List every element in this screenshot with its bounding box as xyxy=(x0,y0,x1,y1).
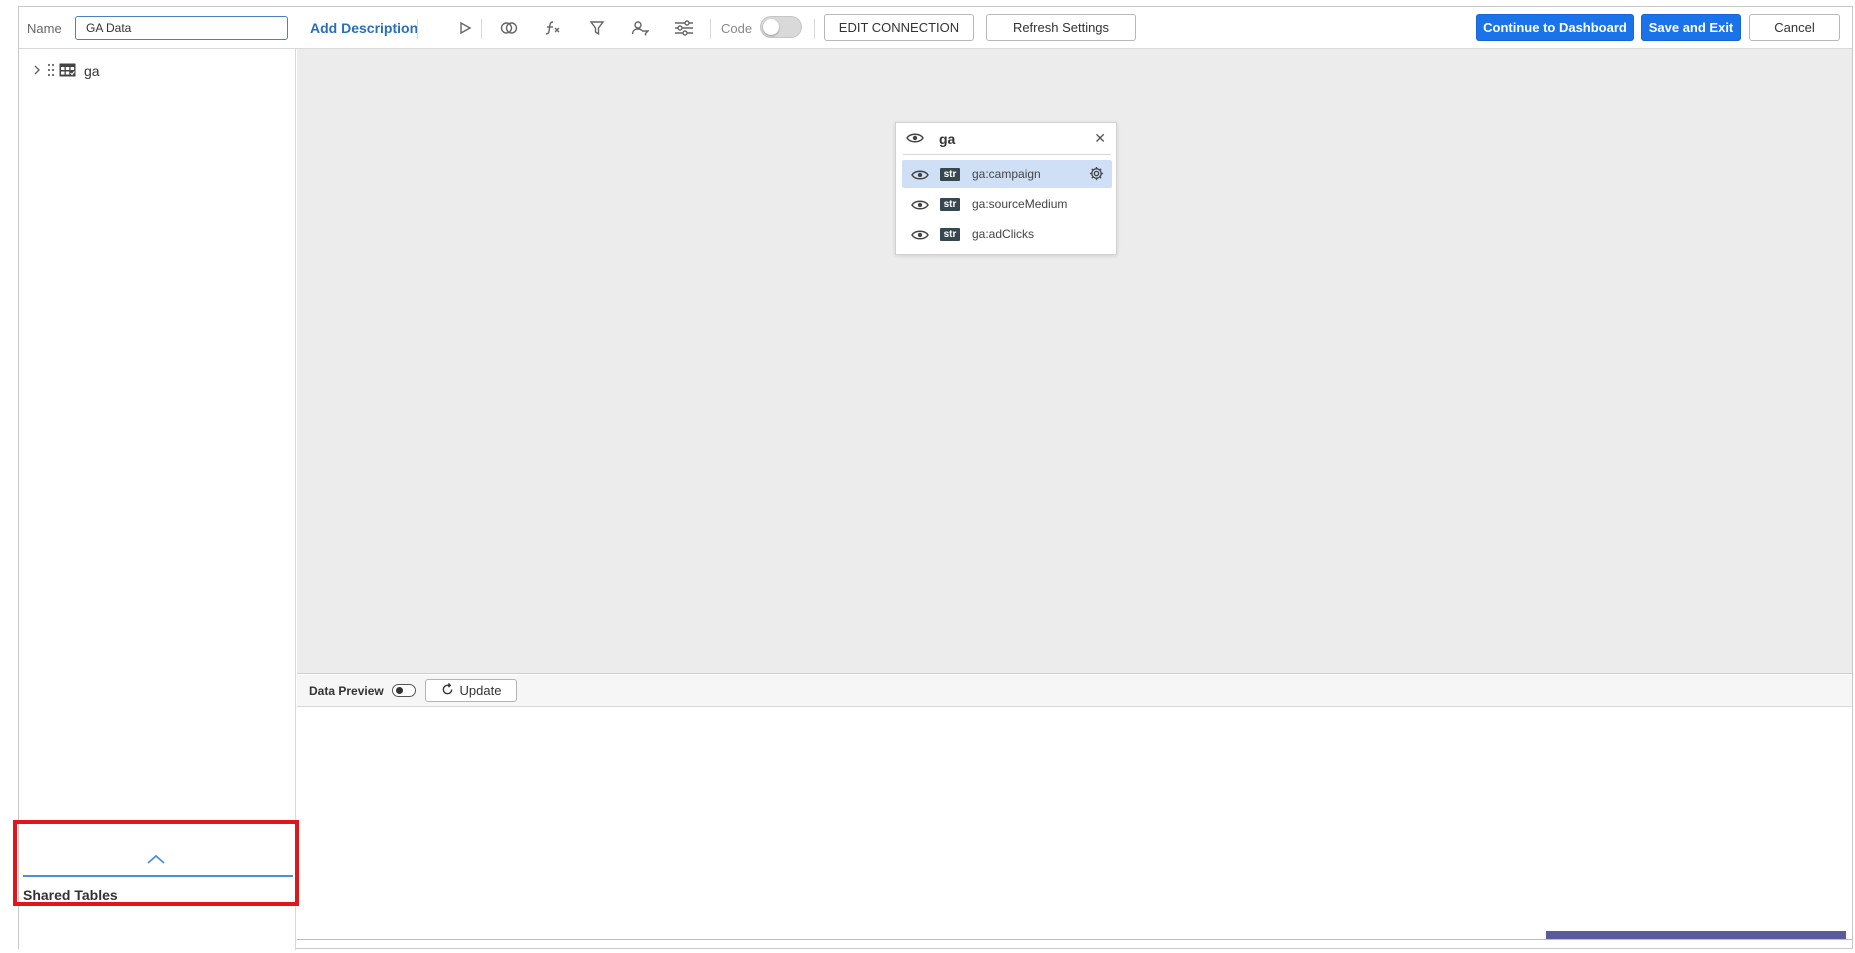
name-input[interactable] xyxy=(75,16,288,40)
user-filter-icon[interactable] xyxy=(628,17,652,39)
chevron-right-icon[interactable] xyxy=(31,63,43,79)
continue-to-dashboard-button[interactable]: Continue to Dashboard xyxy=(1476,14,1634,41)
field-type-badge: str xyxy=(940,168,960,181)
eye-icon[interactable] xyxy=(906,131,924,149)
formula-icon[interactable] xyxy=(541,17,565,39)
table-node-divider xyxy=(903,154,1111,155)
refresh-icon xyxy=(441,682,454,699)
table-icon xyxy=(59,63,76,80)
code-label: Code xyxy=(721,21,753,36)
toolbar-separator xyxy=(814,19,815,39)
toolbar-separator xyxy=(710,19,711,39)
drag-handle-icon[interactable] xyxy=(47,63,55,80)
horizontal-scrollbar[interactable] xyxy=(1546,931,1846,939)
table-node-ga[interactable]: ga ✕ str ga:campaign str ga:sourceMedium… xyxy=(895,122,1117,255)
edit-connection-button[interactable]: EDIT CONNECTION xyxy=(824,14,974,41)
table-sidebar: ga Shared Tables xyxy=(19,49,296,950)
table-node-header: ga ✕ xyxy=(896,123,1116,153)
shared-tables-divider xyxy=(23,875,293,877)
data-preview-bar: Data Preview Update xyxy=(297,675,1852,707)
chevron-up-icon[interactable] xyxy=(144,849,168,869)
filter-icon[interactable] xyxy=(585,17,609,39)
toggle-knob xyxy=(396,687,403,694)
field-type-badge: str xyxy=(940,228,960,241)
add-description-link[interactable]: Add Description xyxy=(310,20,418,36)
field-name: ga:adClicks xyxy=(972,227,1035,241)
name-label: Name xyxy=(27,21,62,36)
field-row-campaign[interactable]: str ga:campaign xyxy=(902,160,1112,188)
tree-item-label: ga xyxy=(84,63,100,79)
toolbar-separator xyxy=(417,19,418,39)
gear-icon[interactable] xyxy=(1089,166,1104,186)
shared-tables-label[interactable]: Shared Tables xyxy=(23,887,118,903)
field-name: ga:sourceMedium xyxy=(972,197,1068,211)
refresh-settings-button[interactable]: Refresh Settings xyxy=(986,14,1136,41)
update-button[interactable]: Update xyxy=(425,679,517,702)
cancel-button[interactable]: Cancel xyxy=(1749,14,1840,41)
eye-icon[interactable] xyxy=(911,168,929,186)
update-label: Update xyxy=(459,683,502,698)
toolbar: Name Add Description Code EDIT CONNECTIO xyxy=(19,7,1852,49)
shared-tables-panel: Shared Tables xyxy=(19,835,296,903)
close-icon[interactable]: ✕ xyxy=(1094,130,1106,147)
eye-icon[interactable] xyxy=(911,198,929,216)
data-preview-area xyxy=(297,707,1852,939)
tree-item-ga[interactable]: ga xyxy=(31,61,100,81)
field-row-sourcemedium[interactable]: str ga:sourceMedium xyxy=(902,190,1112,218)
play-icon[interactable] xyxy=(453,17,477,39)
toggle-knob xyxy=(763,19,779,35)
query-builder-window: Name Add Description Code EDIT CONNECTIO xyxy=(13,6,1853,950)
table-node-title: ga xyxy=(939,131,956,147)
query-canvas[interactable]: ga ✕ str ga:campaign str ga:sourceMedium… xyxy=(297,49,1852,674)
field-row-adclicks[interactable]: str ga:adClicks xyxy=(902,220,1112,248)
toolbar-separator xyxy=(481,19,482,39)
sliders-icon[interactable] xyxy=(672,17,696,39)
data-preview-label: Data Preview xyxy=(309,684,384,698)
data-preview-toggle[interactable] xyxy=(392,684,416,697)
code-toggle[interactable] xyxy=(760,16,802,38)
save-and-exit-button[interactable]: Save and Exit xyxy=(1641,14,1741,41)
join-icon[interactable] xyxy=(497,17,521,39)
bottom-border xyxy=(297,939,1852,940)
eye-icon[interactable] xyxy=(911,228,929,246)
field-type-badge: str xyxy=(940,198,960,211)
field-name: ga:campaign xyxy=(972,167,1041,181)
